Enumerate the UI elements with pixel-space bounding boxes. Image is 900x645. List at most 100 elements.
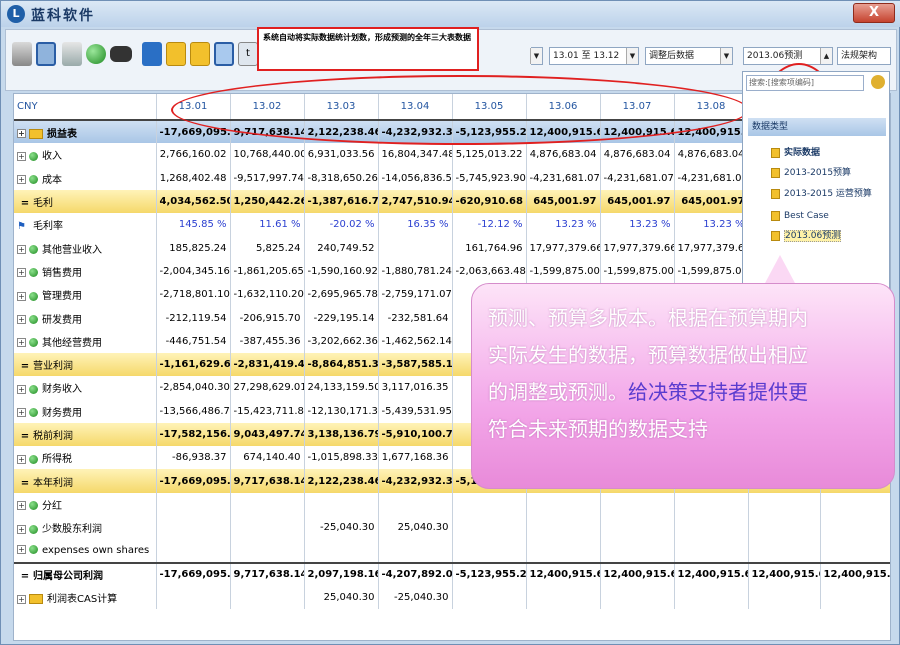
value-cell[interactable]: 17,977,379.66 [526, 236, 601, 260]
value-cell[interactable]: -4,232,932.39 [378, 120, 453, 144]
binoculars-icon[interactable] [110, 46, 132, 62]
value-cell[interactable]: -17,669,095.06 [156, 120, 231, 144]
value-cell[interactable]: 17,977,379.66 [600, 236, 675, 260]
value-cell[interactable]: 25,040.30 [378, 516, 453, 540]
value-cell[interactable]: -4,207,892.09 [378, 561, 453, 586]
table-row[interactable]: + expenses own shares [14, 539, 890, 563]
value-cell[interactable]: 6,931,033.56 [304, 143, 379, 167]
column-header[interactable]: 13.01 [156, 94, 231, 121]
value-cell[interactable]: -17,669,095.06 [156, 561, 231, 586]
value-cell[interactable]: 4,876,683.04 [674, 143, 749, 167]
expand-icon[interactable]: + [17, 454, 26, 464]
column-header[interactable]: 13.02 [230, 94, 305, 121]
column-header[interactable]: 13.04 [378, 94, 453, 121]
value-cell[interactable] [304, 492, 379, 517]
zoom-icon[interactable] [214, 42, 234, 66]
value-cell[interactable] [452, 585, 527, 610]
table-row[interactable]: + 少数股东利润 -25,040.30 25,040.30 [14, 516, 890, 540]
folder-up-icon[interactable] [166, 42, 186, 66]
value-cell[interactable] [452, 539, 527, 563]
value-cell[interactable]: -1,387,616.70 [304, 189, 379, 214]
value-cell[interactable]: 2,122,238.46 [304, 120, 379, 144]
expand-icon[interactable]: + [17, 151, 26, 161]
value-cell[interactable] [600, 516, 675, 540]
value-cell[interactable]: 13.23 % [674, 213, 749, 237]
value-cell[interactable] [674, 492, 749, 517]
value-cell[interactable]: 16,804,347.48 [378, 143, 453, 167]
value-cell[interactable]: 12,400,915.61 [600, 120, 675, 144]
value-cell[interactable]: 1,268,402.48 [156, 166, 231, 190]
value-cell[interactable]: 9,717,638.14 [230, 120, 305, 144]
tree-item-budget[interactable]: 2013-2015预算 [771, 166, 851, 180]
value-cell[interactable]: 3,138,136.79 [304, 422, 379, 447]
value-cell[interactable]: -12.12 % [452, 213, 527, 237]
value-cell[interactable]: -12,130,171.33 [304, 399, 379, 423]
value-cell[interactable]: -1,880,781.24 [378, 259, 453, 284]
expand-icon[interactable]: + [17, 129, 26, 139]
value-cell[interactable]: -25,040.30 [304, 516, 379, 540]
value-cell[interactable]: -2,831,419.41 [230, 352, 305, 377]
value-cell[interactable] [156, 492, 231, 517]
value-cell[interactable]: -387,455.36 [230, 329, 305, 353]
value-cell[interactable]: 13.23 % [600, 213, 675, 237]
value-cell[interactable] [600, 585, 675, 610]
tree-root-data-type[interactable]: 数据类型 [748, 118, 886, 136]
value-cell[interactable] [230, 516, 305, 540]
value-cell[interactable]: 12,400,915.61 [674, 120, 749, 144]
value-cell[interactable]: -5,745,923.90 [452, 166, 527, 190]
expand-icon[interactable]: + [17, 315, 26, 325]
page-icon[interactable] [142, 42, 162, 66]
value-cell[interactable]: 2,766,160.02 [156, 143, 231, 167]
value-cell[interactable] [526, 539, 601, 563]
expand-icon[interactable]: + [17, 338, 26, 348]
value-cell[interactable]: 5,125,013.22 [452, 143, 527, 167]
value-cell[interactable] [526, 585, 601, 610]
value-cell[interactable] [230, 492, 305, 517]
value-cell[interactable]: -446,751.54 [156, 329, 231, 353]
value-cell[interactable] [748, 539, 821, 563]
value-cell[interactable]: -8,318,650.26 [304, 166, 379, 190]
value-cell[interactable]: -232,581.64 [378, 306, 453, 330]
value-cell[interactable]: -20.02 % [304, 213, 379, 237]
value-cell[interactable]: -4,231,681.07 [600, 166, 675, 190]
value-cell[interactable] [820, 539, 890, 563]
value-cell[interactable] [230, 539, 305, 563]
value-cell[interactable]: 16.35 % [378, 213, 453, 237]
value-cell[interactable]: 185,825.24 [156, 236, 231, 260]
value-cell[interactable] [674, 516, 749, 540]
value-cell[interactable] [378, 492, 453, 517]
value-cell[interactable]: 24,133,159.50 [304, 376, 379, 400]
value-cell[interactable]: -3,202,662.36 [304, 329, 379, 353]
value-cell[interactable]: 4,034,562.50 [156, 189, 231, 214]
value-cell[interactable]: 645,001.97 [600, 189, 675, 214]
expand-icon[interactable]: + [17, 545, 26, 555]
value-cell[interactable]: 2,747,510.94 [378, 189, 453, 214]
value-cell[interactable]: 5,825.24 [230, 236, 305, 260]
expand-icon[interactable]: + [17, 268, 26, 278]
value-cell[interactable] [674, 585, 749, 610]
expand-icon[interactable]: + [17, 524, 26, 534]
expand-icon[interactable]: + [17, 594, 26, 604]
value-cell[interactable]: 1,250,442.26 [230, 189, 305, 214]
value-cell[interactable]: 12,400,915.61 [820, 561, 890, 586]
value-cell[interactable] [452, 516, 527, 540]
value-cell[interactable]: 240,749.52 [304, 236, 379, 260]
value-cell[interactable]: -5,123,955.25 [452, 120, 527, 144]
value-cell[interactable]: -3,587,585.15 [378, 352, 453, 377]
value-cell[interactable]: -15,423,711.86 [230, 399, 305, 423]
value-cell[interactable] [820, 516, 890, 540]
value-cell[interactable]: 12,400,915.61 [674, 561, 749, 586]
value-cell[interactable]: 12,400,915.61 [526, 561, 601, 586]
value-cell[interactable]: -620,910.68 [452, 189, 527, 214]
table-row[interactable]: + 分红 [14, 492, 890, 517]
value-cell[interactable] [748, 585, 821, 610]
value-cell[interactable]: -5,123,955.25 [452, 561, 527, 586]
value-cell[interactable]: -86,938.37 [156, 446, 231, 470]
value-cell[interactable]: 10,768,440.00 [230, 143, 305, 167]
close-button[interactable]: X [853, 3, 895, 23]
value-cell[interactable]: -212,119.54 [156, 306, 231, 330]
value-cell[interactable]: 145.85 % [156, 213, 231, 237]
value-cell[interactable]: -206,915.70 [230, 306, 305, 330]
value-cell[interactable] [156, 585, 231, 610]
value-cell[interactable]: -1,161,629.60 [156, 352, 231, 377]
